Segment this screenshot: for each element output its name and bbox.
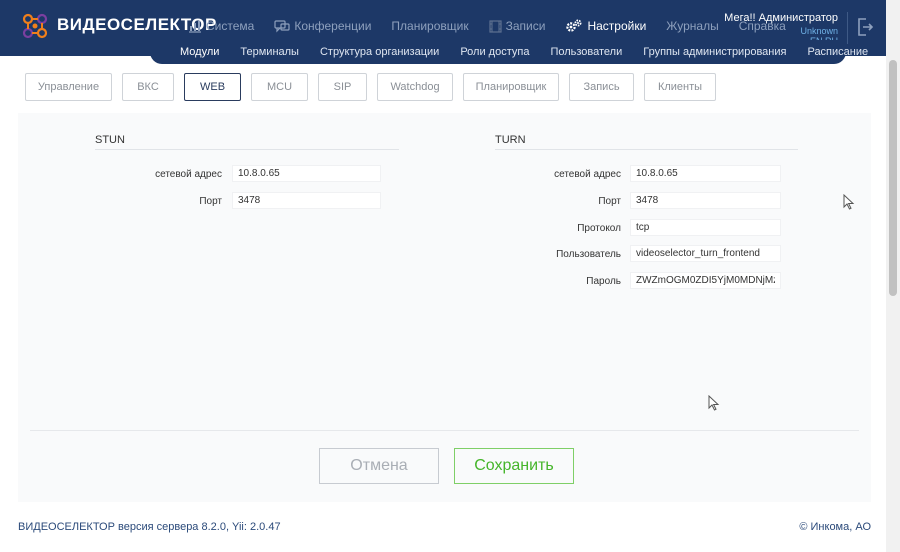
footer-version: ВИДЕОСЕЛЕКТОР версия сервера 8.2.0, Yii:… [18,521,281,533]
topnav-settings[interactable]: Настройки [565,18,646,34]
subnav-modules[interactable]: Модули [180,46,219,58]
turn-password-input[interactable] [630,272,781,289]
module-tabs: Управление ВКС WEB MCU SIP Watchdog План… [25,73,726,101]
subnav-org-structure[interactable]: Структура организации [320,46,439,58]
topnav-records[interactable]: Записи [489,19,546,33]
turn-password-label: Пароль [586,276,621,287]
topnav-label: Система [206,19,255,33]
subnav-admin-groups[interactable]: Группы администрирования [643,46,786,58]
scrollbar-thumb[interactable] [889,60,897,296]
turn-address-input[interactable] [630,165,781,182]
tab-mcu[interactable]: MCU [251,73,308,101]
chat-icon [274,19,290,32]
subnav-users[interactable]: Пользователи [550,46,622,58]
videoselector-logo-icon[interactable] [20,10,52,42]
turn-divider [495,149,798,150]
tab-vks[interactable]: ВКС [122,73,174,101]
tab-control[interactable]: Управление [25,73,112,101]
tab-web[interactable]: WEB [184,73,241,101]
tab-scheduler[interactable]: Планировщик [463,73,559,101]
cancel-button[interactable]: Отмена [319,448,439,484]
stun-port-input[interactable] [232,192,381,209]
mouse-pointer-icon [708,395,720,411]
mouse-pointer-icon [843,194,855,210]
turn-address-label: сетевой адрес [554,169,621,180]
page-scrollbar[interactable] [886,0,900,552]
turn-port-input[interactable] [630,192,781,209]
film-icon [489,19,502,33]
turn-protocol-label: Протокол [577,223,621,234]
user-name: Мега!! Администратор [724,12,838,24]
topnav-label: Записи [505,19,546,33]
subnav-access-roles[interactable]: Роли доступа [460,46,529,58]
turn-user-label: Пользователь [556,249,621,260]
tab-sip[interactable]: SIP [318,73,367,101]
web-settings-panel: STUN сетевой адрес Порт TURN сетевой адр… [18,113,871,502]
turn-port-label: Порт [598,196,621,207]
logout-icon[interactable] [856,17,874,37]
tab-watchdog[interactable]: Watchdog [377,73,453,101]
tab-clients[interactable]: Клиенты [644,73,716,101]
header-divider [847,12,848,44]
topnav-scheduler[interactable]: Планировщик [391,19,468,33]
footer-copyright: © Инкома, АО [799,521,871,533]
topnav-journals[interactable]: Журналы [666,19,718,33]
user-status: Unknown [800,26,838,36]
stun-divider [95,149,399,150]
stun-address-label: сетевой адрес [155,169,222,180]
subnav-schedule[interactable]: Расписание [807,46,868,58]
topnav-label: Журналы [666,19,719,33]
topnav-label: Настройки [587,19,647,33]
stun-port-label: Порт [199,196,222,207]
tab-recording[interactable]: Запись [569,73,634,101]
settings-subnav: Модули Терминалы Структура организации Р… [150,40,868,64]
chart-icon [189,20,201,33]
stun-section-title: STUN [95,134,125,146]
user-info[interactable]: Мега!! Администратор Unknown EN RU [724,12,838,41]
topnav-label: Конференции [294,19,372,33]
topnav-sistema[interactable]: Система [188,19,254,33]
top-navigation: Система Конференции Планировщик Записи Н… [188,17,806,35]
subnav-terminals[interactable]: Терминалы [240,46,299,58]
actions-divider [30,430,859,431]
turn-user-input[interactable] [630,245,781,262]
turn-protocol-input[interactable] [630,219,781,236]
stun-address-input[interactable] [232,165,381,182]
topnav-conferences[interactable]: Конференции [274,19,371,33]
topnav-label: Планировщик [391,19,469,33]
save-button[interactable]: Сохранить [454,448,574,484]
turn-section-title: TURN [495,134,526,146]
gears-icon [566,19,582,32]
